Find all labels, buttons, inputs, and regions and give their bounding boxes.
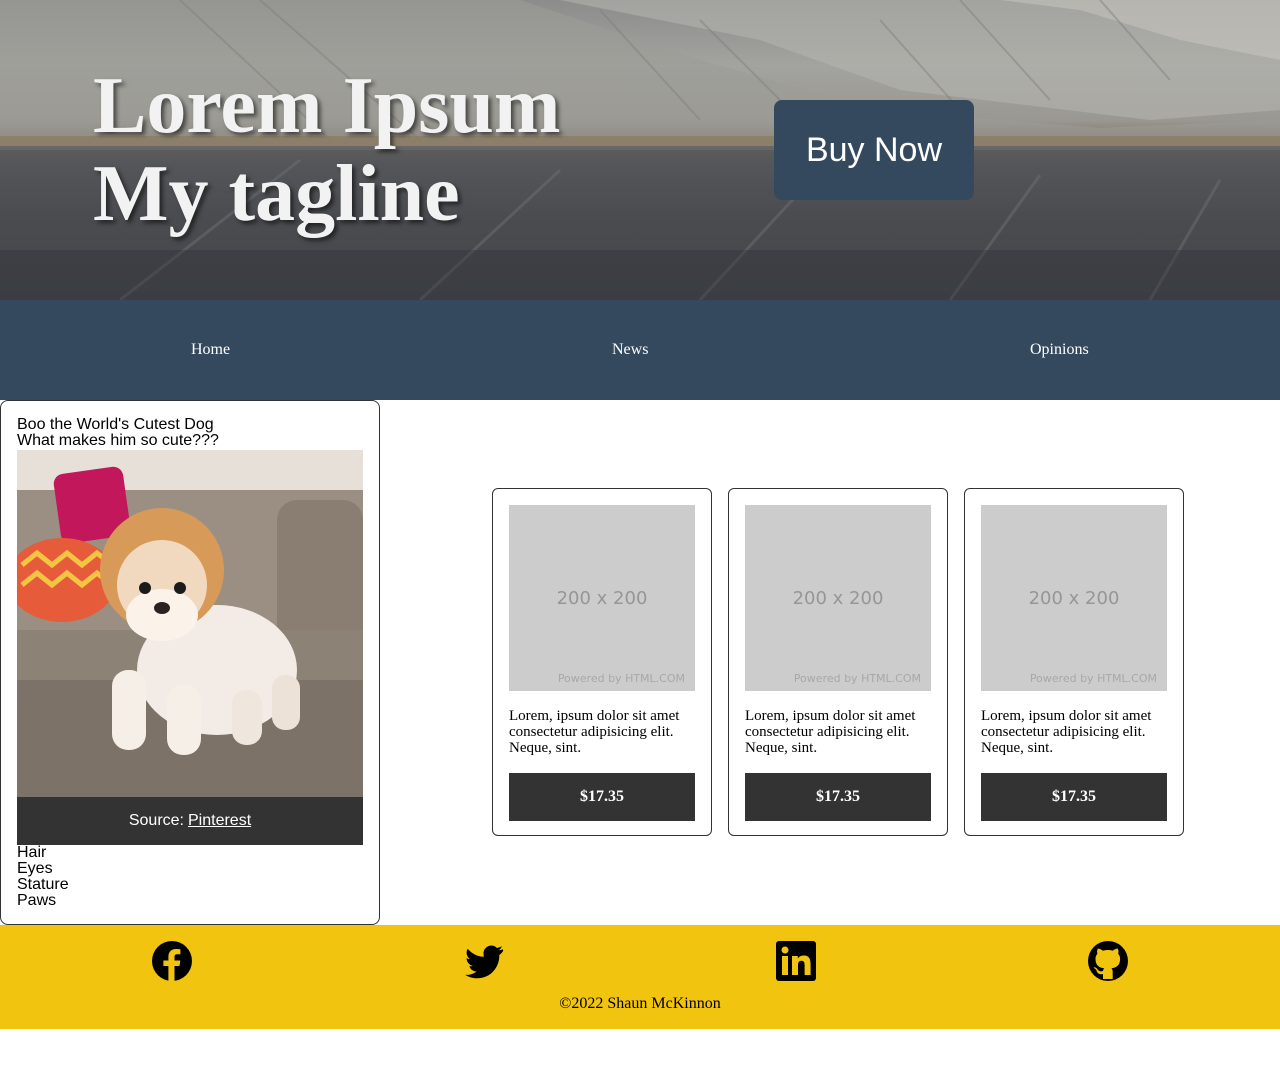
dog-photo bbox=[17, 450, 363, 797]
copyright-text: ©2022 Shaun McKinnon bbox=[559, 995, 721, 1012]
placeholder-credit: Powered by HTML.COM bbox=[1029, 672, 1157, 685]
card-heading: Boo the World's Cutest Dog bbox=[17, 416, 214, 433]
github-icon[interactable] bbox=[1088, 941, 1128, 981]
price-button[interactable]: $17.35 bbox=[745, 773, 931, 821]
trait-list: Hair Eyes Stature Paws bbox=[17, 845, 363, 909]
price-button[interactable]: $17.35 bbox=[509, 773, 695, 821]
product-description: Lorem, ipsum dolor sit amet consectetur … bbox=[981, 708, 1152, 756]
product-description: Lorem, ipsum dolor sit amet consectetur … bbox=[745, 708, 916, 756]
placeholder-credit: Powered by HTML.COM bbox=[793, 672, 921, 685]
caption-prefix: Source: bbox=[128, 812, 184, 829]
buy-now-button[interactable]: Buy Now bbox=[774, 100, 974, 200]
nav-item-news[interactable]: News bbox=[612, 300, 648, 400]
product-card: 200 x 200 Powered by HTML.COM Lorem, ips… bbox=[728, 488, 948, 836]
hero-tagline: My tagline bbox=[93, 150, 460, 238]
nav-item-home[interactable]: Home bbox=[191, 300, 230, 400]
linkedin-icon[interactable] bbox=[776, 941, 816, 981]
placeholder-size-label: 200 x 200 bbox=[792, 588, 884, 609]
hero-title: Lorem Ipsum My tagline bbox=[93, 62, 560, 238]
hero-title-line: Lorem Ipsum bbox=[93, 62, 561, 150]
placeholder-size-label: 200 x 200 bbox=[1028, 588, 1120, 609]
list-item: Paws bbox=[17, 892, 57, 909]
placeholder-credit: Powered by HTML.COM bbox=[557, 672, 685, 685]
list-item: Hair bbox=[17, 844, 47, 861]
product-card: 200 x 200 Powered by HTML.COM Lorem, ips… bbox=[964, 488, 1184, 836]
main-nav: Home News Opinions bbox=[0, 300, 1280, 400]
list-item: Stature bbox=[17, 876, 69, 893]
photo-caption: Source: Pinterest bbox=[17, 797, 363, 845]
price-button[interactable]: $17.35 bbox=[981, 773, 1167, 821]
twitter-icon[interactable] bbox=[464, 941, 504, 981]
facebook-icon[interactable] bbox=[152, 941, 192, 981]
pinterest-link[interactable]: Pinterest bbox=[188, 813, 251, 829]
placeholder-size-label: 200 x 200 bbox=[556, 588, 648, 609]
featured-dog-card: Boo the World's Cutest Dog What makes hi… bbox=[0, 400, 380, 925]
product-image-placeholder: 200 x 200 Powered by HTML.COM bbox=[745, 505, 931, 691]
product-image-placeholder: 200 x 200 Powered by HTML.COM bbox=[509, 505, 695, 691]
list-item: Eyes bbox=[17, 860, 53, 877]
product-description: Lorem, ipsum dolor sit amet consectetur … bbox=[509, 708, 680, 756]
product-image-placeholder: 200 x 200 Powered by HTML.COM bbox=[981, 505, 1167, 691]
site-footer: ©2022 Shaun McKinnon bbox=[0, 925, 1280, 1029]
nav-item-opinions[interactable]: Opinions bbox=[1030, 300, 1089, 400]
product-card: 200 x 200 Powered by HTML.COM Lorem, ips… bbox=[492, 488, 712, 836]
card-subheading: What makes him so cute??? bbox=[17, 432, 219, 449]
hero-banner: Lorem Ipsum My tagline Buy Now bbox=[0, 0, 1280, 300]
